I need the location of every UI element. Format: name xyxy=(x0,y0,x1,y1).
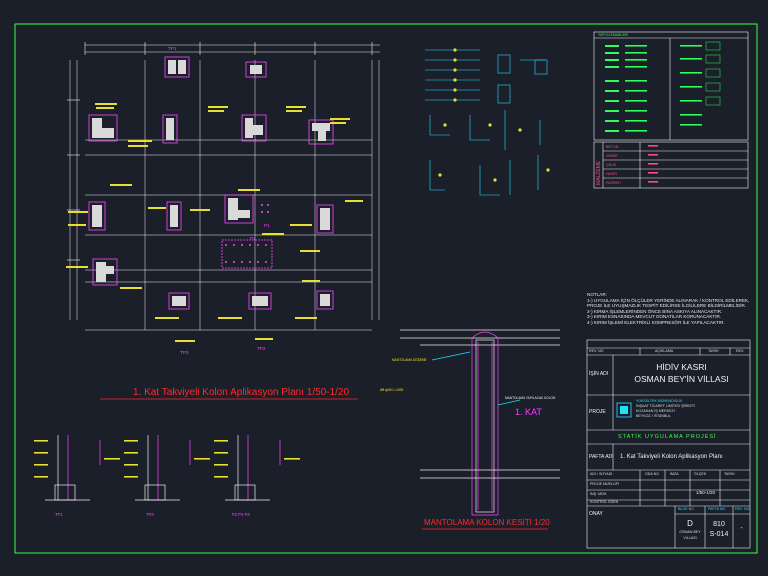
sheet-number: 810 xyxy=(713,521,725,528)
scale-value: 1/50-1/20 xyxy=(696,490,716,495)
column xyxy=(96,262,106,282)
callout-right: MANTOLAMA YAPILACAK KOLON xyxy=(505,396,556,400)
materials-values xyxy=(648,145,658,183)
plan-title: 1. Kat Takviyeli Kolon Aplikasyon Planı … xyxy=(133,387,350,398)
bar-schedule xyxy=(425,49,548,196)
column xyxy=(250,65,262,74)
material-item: DEMİR xyxy=(606,154,618,158)
drawing-sheet xyxy=(14,23,758,554)
detail-label: TP3 xyxy=(146,512,154,517)
column xyxy=(228,198,238,220)
sheet-no-label: PAFTA NO xyxy=(708,507,726,511)
rev-label: REV. NO xyxy=(735,507,750,511)
sheet-label: PAFTA ADI xyxy=(589,454,614,460)
rev-header: REV. NO xyxy=(589,349,604,353)
column xyxy=(252,296,268,306)
material-item: HASIR xyxy=(606,172,617,176)
column xyxy=(312,123,330,131)
section-title: MANTOLAMA KOLON KESİTİ 1/20 xyxy=(424,518,550,527)
column xyxy=(170,205,178,227)
legend-rows xyxy=(605,41,721,132)
legend-frame xyxy=(593,31,749,141)
column xyxy=(92,118,102,138)
table-header: İMZA xyxy=(670,472,679,476)
material-item: PASPAYI xyxy=(606,181,621,185)
sheet-name: 1. Kat Takviyeli Kolon Aplikasyon Planı xyxy=(620,454,723,460)
section-red-underline xyxy=(100,398,548,530)
company-line: BEYKOZ / İSTANBUL xyxy=(636,414,671,418)
bar-schedule-marks xyxy=(438,48,550,182)
job-name-line1: HİDİV KASRI xyxy=(656,362,707,372)
column xyxy=(245,118,253,138)
table-header: TARİH xyxy=(724,472,735,476)
sheet-code: S-014 xyxy=(709,531,729,538)
floor-label: 1. KAT xyxy=(515,407,542,417)
plan-dimension-lines xyxy=(69,44,380,331)
callout-left: MANTOLAMA DÖŞEME xyxy=(392,358,427,362)
detail-label: TP1 xyxy=(55,512,63,517)
material-item: ÇELİK xyxy=(606,163,617,167)
project-subtitle: STATİK UYGULAMA PROJESİ xyxy=(618,434,717,440)
rev-value: - xyxy=(740,525,743,532)
column-detail-annotations xyxy=(34,440,300,478)
column xyxy=(320,208,330,230)
column xyxy=(253,125,263,135)
column-tag: TP2 xyxy=(257,346,266,351)
table-header: ÖLÇEK xyxy=(694,472,707,476)
column xyxy=(102,128,114,138)
table-header: ODA NO xyxy=(645,472,659,476)
detail-label: P2 P3 P4 xyxy=(232,512,250,517)
table-row: İNŞ. MÜH. xyxy=(590,492,608,496)
plan-columns xyxy=(92,60,330,306)
project-label: PROJE xyxy=(589,409,606,415)
legend-title: YAPI ELEMANLARI xyxy=(598,33,628,37)
column-tag: TP3 xyxy=(180,350,189,355)
approval-label: ONAY xyxy=(589,511,603,517)
table-row: PROJE MÜELLİFİ xyxy=(590,482,620,486)
column-details xyxy=(45,435,281,501)
column-tag: P2 xyxy=(250,236,256,241)
column xyxy=(178,60,186,74)
column xyxy=(318,131,326,141)
block-label: BLOK NO xyxy=(678,507,694,511)
block-value: D xyxy=(687,519,693,528)
column xyxy=(106,266,114,274)
company-logo xyxy=(616,402,632,418)
notes-block: NOTLAR: 1-) UYGULAMA İÇİN ÖLÇÜLER YERİND… xyxy=(587,292,749,326)
rev-header: TARİH xyxy=(708,349,719,353)
table-header: ADI / SOYADI xyxy=(590,472,613,476)
note-line: PROJE İLE UYUŞMAZLIK TESPİT EDİLİRSE İLG… xyxy=(587,303,747,309)
table-row: KONTROL EDEN xyxy=(590,500,619,504)
column xyxy=(172,296,186,306)
column-tag: TP1 xyxy=(168,46,177,51)
job-label: İŞİN ADI xyxy=(589,371,609,377)
rev-header: AÇIKLAMA xyxy=(655,349,674,353)
column xyxy=(166,118,174,140)
column-tag: P1 xyxy=(264,223,270,228)
rebar-jackets xyxy=(88,56,334,310)
material-item: BETON xyxy=(606,145,619,149)
column xyxy=(168,60,176,74)
block-sub: OSMAN BEY xyxy=(679,530,701,534)
job-name-line2: OSMAN BEY'İN VİLLASI xyxy=(634,374,729,384)
small-note: Ø8 φ/50 L=1500 xyxy=(380,388,404,392)
column xyxy=(92,205,102,227)
rev-header: REV. xyxy=(736,349,745,353)
column xyxy=(320,294,330,306)
materials-heading: MALZEME xyxy=(596,160,602,185)
note-line: 4-) KIRIM İŞLEMİ ELEKTRİKLİ KOMPRESÖR İL… xyxy=(587,319,725,325)
block-sub2: VİLLASI xyxy=(683,536,697,540)
column xyxy=(238,210,250,218)
